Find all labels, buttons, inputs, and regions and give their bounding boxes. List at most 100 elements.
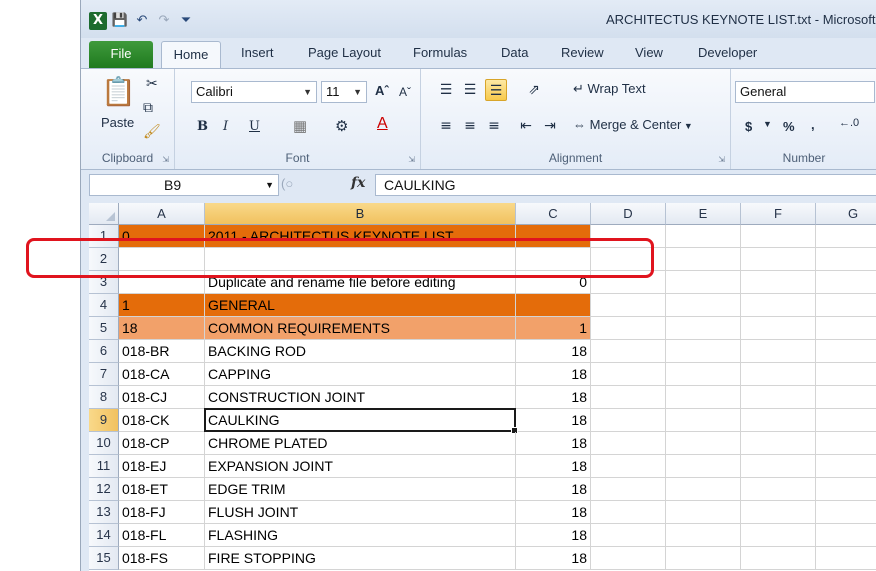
font-size-select[interactable]: 11 ▼ [321,81,367,103]
cell-b7[interactable]: CAPPING [205,363,516,386]
dialog-launcher-icon[interactable]: ⇲ [718,155,725,164]
cell-g15[interactable] [816,547,876,570]
percent-button[interactable]: % [783,119,795,134]
column-header-e[interactable]: E [666,203,741,225]
cell-f2[interactable] [741,248,816,271]
row-header-15[interactable]: 15 [89,547,119,570]
name-box[interactable]: B9 ▼ [89,174,279,196]
cell-d13[interactable] [591,501,666,524]
save-icon[interactable]: 💾 [111,12,129,30]
cell-f5[interactable] [741,317,816,340]
number-format-select[interactable]: General [735,81,875,103]
cell-g6[interactable] [816,340,876,363]
cell-g10[interactable] [816,432,876,455]
tab-data[interactable]: Data [501,45,528,60]
cell-b9[interactable]: CAULKING [205,409,516,432]
cell-a7[interactable]: 018-CA [119,363,205,386]
formula-input[interactable]: CAULKING [375,174,876,196]
wrap-text-button[interactable]: ↵ Wrap Text [573,81,646,97]
cell-e15[interactable] [666,547,741,570]
cell-g5[interactable] [816,317,876,340]
cell-b12[interactable]: EDGE TRIM [205,478,516,501]
paste-button[interactable]: Paste [101,115,134,130]
cell-e11[interactable] [666,455,741,478]
cell-f7[interactable] [741,363,816,386]
column-header-f[interactable]: F [741,203,816,225]
underline-button[interactable]: U [249,119,260,134]
bold-button[interactable]: B [197,119,208,134]
shrink-font-icon[interactable]: Aˇ [399,85,411,99]
cell-a8[interactable]: 018-CJ [119,386,205,409]
cell-e10[interactable] [666,432,741,455]
cell-f3[interactable] [741,271,816,294]
increase-indent-icon[interactable]: ⇥ [539,115,561,137]
cell-f14[interactable] [741,524,816,547]
row-header-12[interactable]: 12 [89,478,119,501]
cell-g4[interactable] [816,294,876,317]
formula-bar-handle-icon[interactable]: (○ [281,176,293,191]
cell-e5[interactable] [666,317,741,340]
cell-f12[interactable] [741,478,816,501]
fill-color-icon[interactable]: ⚙ [335,117,348,135]
row-header-6[interactable]: 6 [89,340,119,363]
cell-b13[interactable]: FLUSH JOINT [205,501,516,524]
cell-d12[interactable] [591,478,666,501]
cell-e7[interactable] [666,363,741,386]
tab-view[interactable]: View [635,45,663,60]
comma-button[interactable]: , [811,117,815,132]
dialog-launcher-icon[interactable]: ⇲ [162,155,169,164]
cell-a15[interactable]: 018-FS [119,547,205,570]
cell-d4[interactable] [591,294,666,317]
cell-c8[interactable]: 18 [516,386,591,409]
cell-b4[interactable]: GENERAL [205,294,516,317]
cell-d10[interactable] [591,432,666,455]
cell-g7[interactable] [816,363,876,386]
select-all-button[interactable] [89,203,119,225]
cell-c10[interactable]: 18 [516,432,591,455]
cell-f8[interactable] [741,386,816,409]
column-header-a[interactable]: A [119,203,205,225]
cell-e14[interactable] [666,524,741,547]
cell-c11[interactable]: 18 [516,455,591,478]
cell-a4[interactable]: 1 [119,294,205,317]
row-header-7[interactable]: 7 [89,363,119,386]
cell-g1[interactable] [816,225,876,248]
cell-b6[interactable]: BACKING ROD [205,340,516,363]
dialog-launcher-icon[interactable]: ⇲ [408,155,415,164]
align-middle-icon[interactable]: ☰ [459,79,481,101]
tab-review[interactable]: Review [561,45,604,60]
cell-f13[interactable] [741,501,816,524]
cell-b5[interactable]: COMMON REQUIREMENTS [205,317,516,340]
cell-f4[interactable] [741,294,816,317]
cell-b15[interactable]: FIRE STOPPING [205,547,516,570]
customize-qat-icon[interactable]: ⏷ [177,12,195,30]
font-family-select[interactable]: Calibri ▼ [191,81,317,103]
cell-e1[interactable] [666,225,741,248]
cell-a10[interactable]: 018-CP [119,432,205,455]
cell-b8[interactable]: CONSTRUCTION JOINT [205,386,516,409]
cell-e3[interactable] [666,271,741,294]
cell-d11[interactable] [591,455,666,478]
cell-a5[interactable]: 18 [119,317,205,340]
row-header-14[interactable]: 14 [89,524,119,547]
row-header-9[interactable]: 9 [89,409,119,432]
row-header-13[interactable]: 13 [89,501,119,524]
cell-a12[interactable]: 018-ET [119,478,205,501]
cell-g13[interactable] [816,501,876,524]
excel-icon[interactable]: X [89,12,107,30]
increase-decimal-icon[interactable]: ←.0 [839,117,859,129]
column-header-c[interactable]: C [516,203,591,225]
row-header-4[interactable]: 4 [89,294,119,317]
cell-d9[interactable] [591,409,666,432]
tab-file[interactable]: File [89,41,153,68]
cell-g2[interactable] [816,248,876,271]
cell-g11[interactable] [816,455,876,478]
column-header-g[interactable]: G [816,203,876,225]
cell-a13[interactable]: 018-FJ [119,501,205,524]
tab-formulas[interactable]: Formulas [413,45,467,60]
cell-d7[interactable] [591,363,666,386]
cut-icon[interactable]: ✂ [146,75,158,92]
row-header-10[interactable]: 10 [89,432,119,455]
cell-f1[interactable] [741,225,816,248]
cell-f6[interactable] [741,340,816,363]
